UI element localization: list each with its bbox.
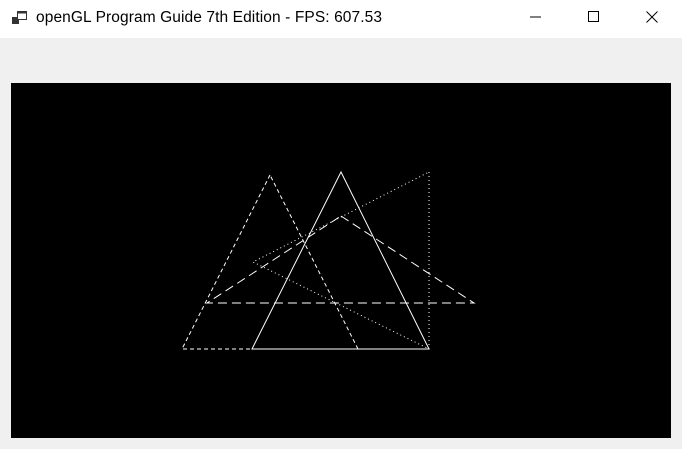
app-windows-icon[interactable] xyxy=(12,11,28,25)
close-button[interactable] xyxy=(623,0,681,38)
canvas-drawing xyxy=(181,170,476,350)
opengl-canvas[interactable] xyxy=(11,83,671,438)
dotted-triangle xyxy=(251,171,430,350)
close-icon xyxy=(646,10,658,28)
window-title: openGL Program Guide 7th Edition - FPS: … xyxy=(36,9,383,26)
solid-triangle xyxy=(251,170,430,350)
short-dashed-triangle xyxy=(181,173,359,350)
maximize-icon xyxy=(588,10,600,28)
window-bottom-edge xyxy=(0,438,682,449)
minimize-icon xyxy=(530,10,542,28)
title-bar[interactable]: openGL Program Guide 7th Edition - FPS: … xyxy=(0,0,682,38)
long-dashed-triangle xyxy=(205,215,476,304)
maximize-button[interactable] xyxy=(565,0,623,38)
minimize-button[interactable] xyxy=(507,0,565,38)
app-window: openGL Program Guide 7th Edition - FPS: … xyxy=(0,0,682,449)
